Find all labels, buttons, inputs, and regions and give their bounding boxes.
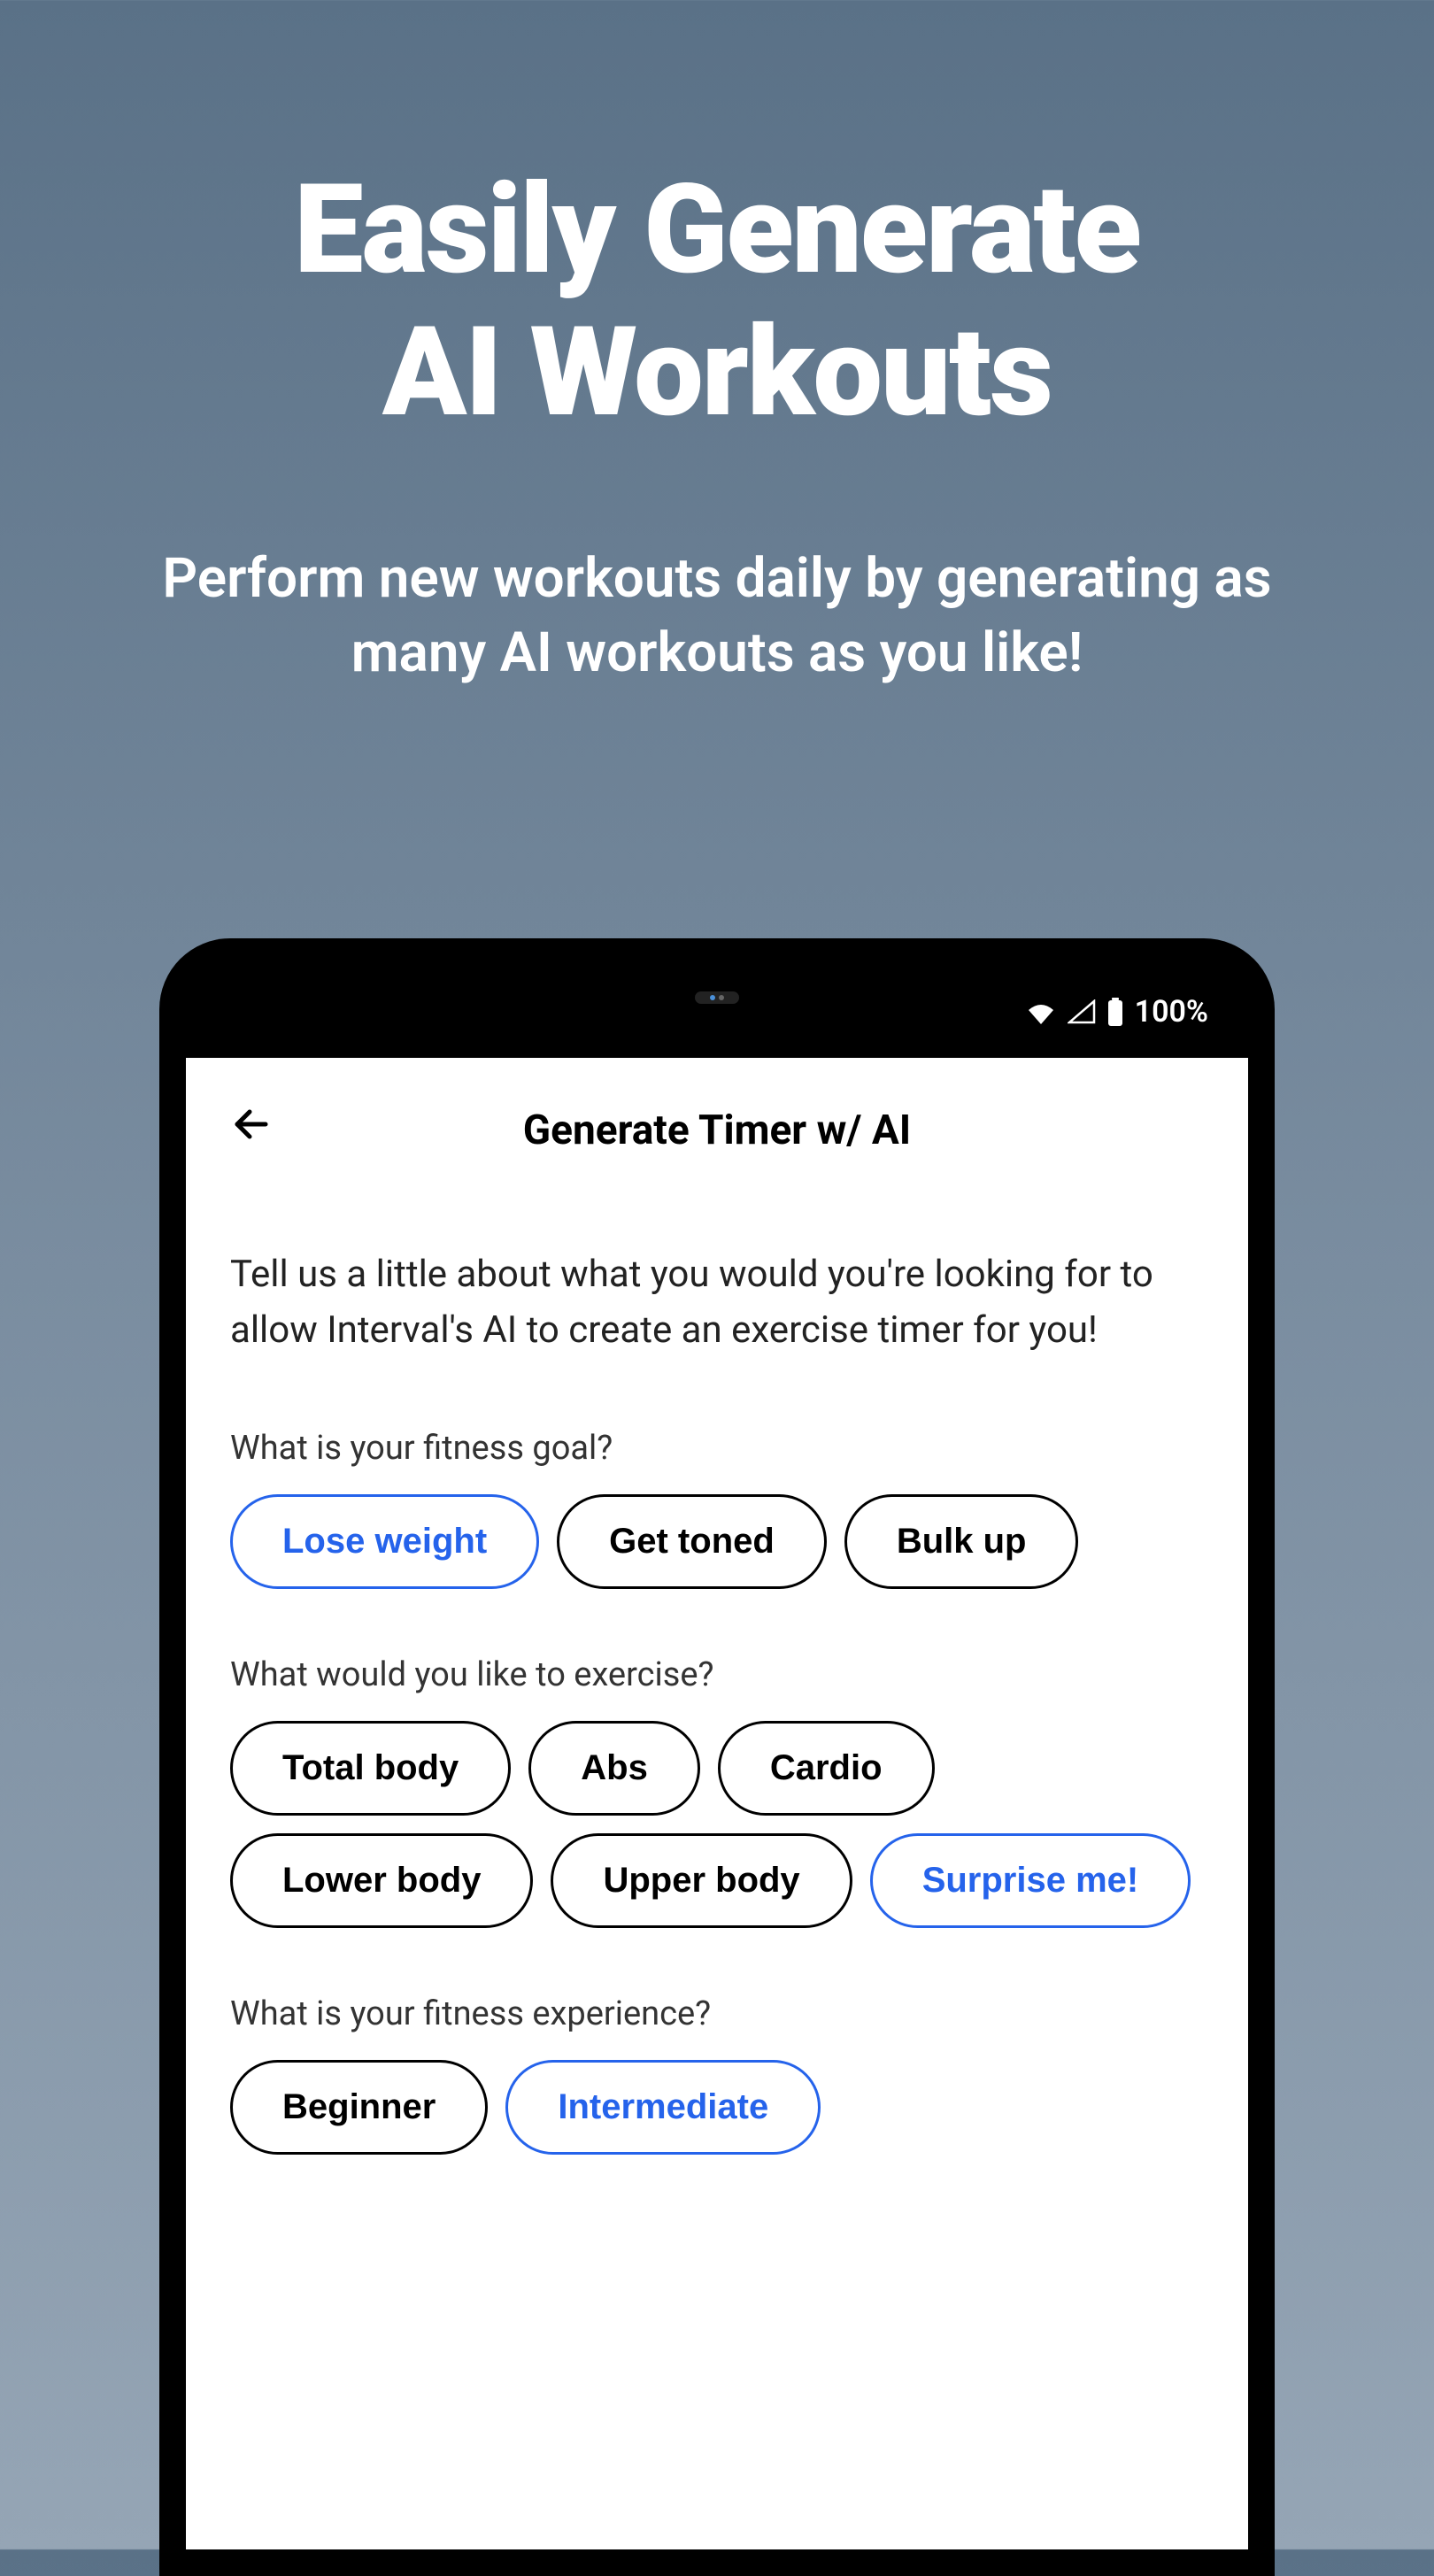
phone-mockup-frame: 100% Generate Timer w/ AI Tell us a litt… <box>159 938 1275 2576</box>
chip-group-goal: Lose weight Get toned Bulk up <box>230 1494 1204 1589</box>
headline-line-2: AI Workouts <box>0 302 1434 444</box>
chip-total-body[interactable]: Total body <box>230 1721 511 1816</box>
chip-upper-body[interactable]: Upper body <box>551 1833 852 1928</box>
battery-icon <box>1106 998 1124 1026</box>
page-title: Generate Timer w/ AI <box>230 1107 1204 1154</box>
chip-bulk-up[interactable]: Bulk up <box>844 1494 1079 1589</box>
question-label-exercise: What would you like to exercise? <box>230 1655 1204 1694</box>
promo-headline: Easily Generate AI Workouts <box>0 0 1434 444</box>
chip-surprise-me[interactable]: Surprise me! <box>870 1833 1191 1928</box>
chip-lower-body[interactable]: Lower body <box>230 1833 533 1928</box>
battery-percent: 100% <box>1135 994 1208 1030</box>
chip-group-exercise: Total body Abs Cardio Lower body Upper b… <box>230 1721 1204 1928</box>
chip-intermediate[interactable]: Intermediate <box>505 2060 821 2155</box>
status-bar: 100% <box>186 965 1248 1058</box>
app-header: Generate Timer w/ AI <box>230 1102 1204 1158</box>
chip-lose-weight[interactable]: Lose weight <box>230 1494 539 1589</box>
promo-subtitle: Perform new workouts daily by generating… <box>0 542 1434 690</box>
app-screen: Generate Timer w/ AI Tell us a little ab… <box>186 1058 1248 2549</box>
phone-bezel: 100% Generate Timer w/ AI Tell us a litt… <box>186 965 1248 2549</box>
question-label-goal: What is your fitness goal? <box>230 1429 1204 1468</box>
exercise-section: What would you like to exercise? Total b… <box>230 1655 1204 1928</box>
signal-icon <box>1068 999 1096 1024</box>
headline-line-1: Easily Generate <box>0 159 1434 302</box>
question-label-experience: What is your fitness experience? <box>230 1994 1204 2033</box>
chip-group-experience: Beginner Intermediate <box>230 2060 1204 2155</box>
chip-get-toned[interactable]: Get toned <box>557 1494 827 1589</box>
chip-cardio[interactable]: Cardio <box>718 1721 935 1816</box>
wifi-icon <box>1025 999 1057 1024</box>
intro-text: Tell us a little about what you would yo… <box>230 1246 1204 1358</box>
chip-beginner[interactable]: Beginner <box>230 2060 488 2155</box>
experience-section: What is your fitness experience? Beginne… <box>230 1994 1204 2155</box>
goal-section: What is your fitness goal? Lose weight G… <box>230 1429 1204 1589</box>
chip-abs[interactable]: Abs <box>528 1721 700 1816</box>
